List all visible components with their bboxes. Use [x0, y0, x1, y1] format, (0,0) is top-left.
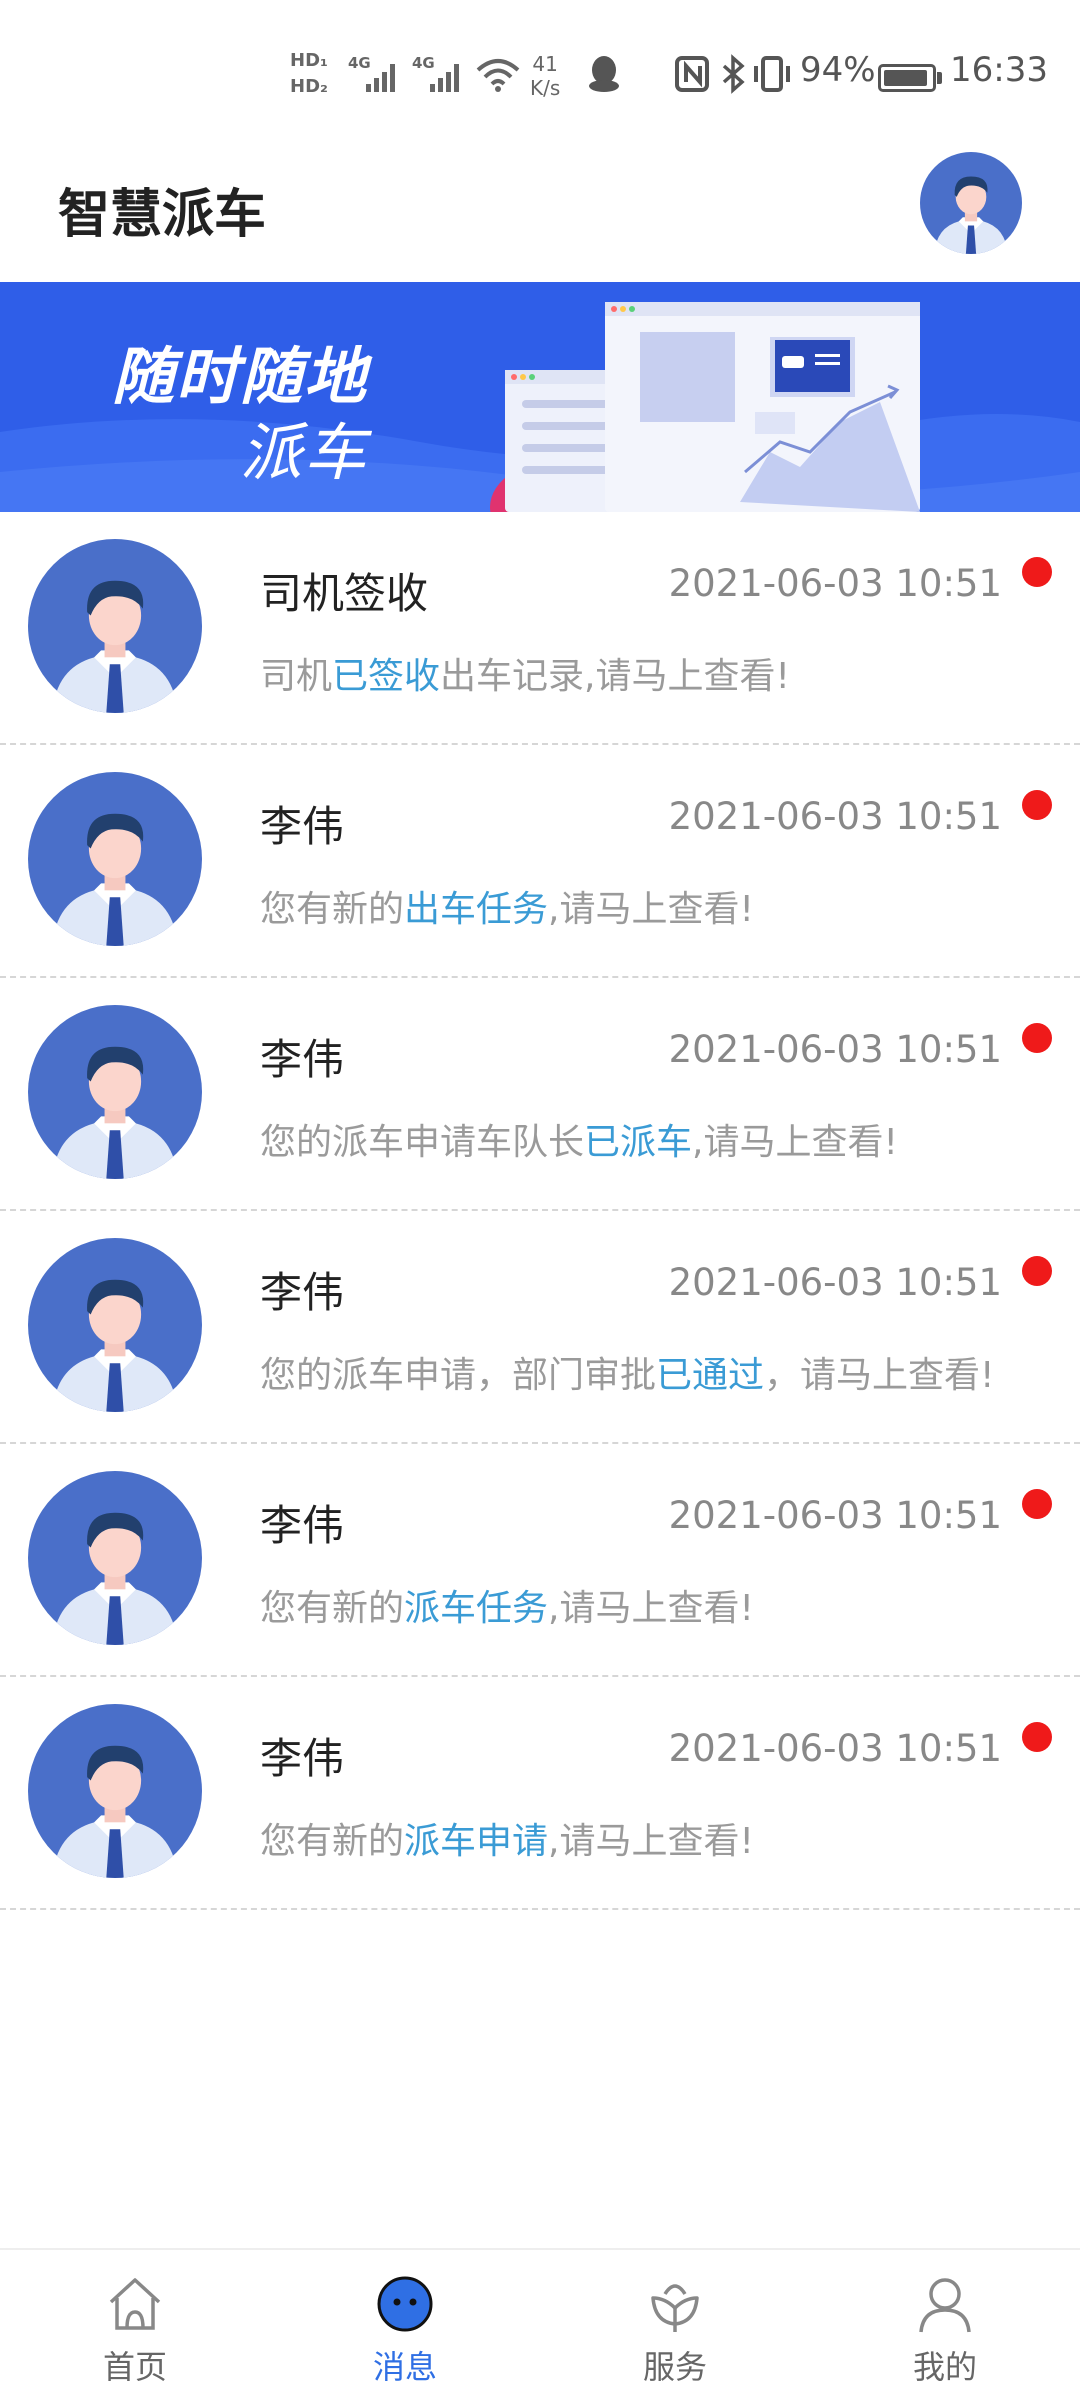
message-time: 2021-06-03 10:51	[668, 795, 1002, 838]
unread-dot	[1022, 790, 1052, 820]
banner[interactable]: 随时随地 派车	[0, 282, 1080, 512]
message-text: 您有新的出车任务,请马上查看!	[260, 880, 754, 932]
message-item[interactable]: 李伟 2021-06-03 10:51 您的派车申请车队长已派车,请马上查看!	[0, 978, 1080, 1211]
message-text-highlight: 出车任务	[404, 889, 549, 930]
status-bar: HD₁ HD₂ 4G 4G 41 K/s 94% 16:33	[0, 0, 1080, 120]
message-time: 2021-06-03 10:51	[668, 562, 1002, 605]
message-text-highlight: 已签收	[332, 656, 441, 697]
hd2-label: HD₂	[290, 76, 328, 97]
message-text-before: 司机	[260, 656, 333, 697]
avatar	[28, 1005, 202, 1179]
nav-profile-label: 我的	[912, 2348, 977, 2386]
unread-dot	[1022, 1722, 1052, 1752]
message-time: 2021-06-03 10:51	[668, 1494, 1002, 1537]
bluetooth-icon	[722, 54, 745, 94]
message-text-after: 出车记录,请马上查看!	[440, 656, 790, 697]
message-text-after: ,请马上查看!	[692, 1122, 898, 1163]
avatar	[28, 1704, 202, 1878]
message-sender: 李伟	[260, 802, 345, 851]
message-item[interactable]: 李伟 2021-06-03 10:51 您有新的派车申请,请马上查看!	[0, 1677, 1080, 1910]
message-text: 您有新的派车申请,请马上查看!	[260, 1812, 754, 1864]
battery-cap	[937, 72, 942, 84]
message-text-after: ,请马上查看!	[548, 1821, 754, 1862]
signal-icon-2: 4G	[412, 54, 459, 92]
unread-dot	[1022, 1256, 1052, 1286]
banner-subline: 派车	[240, 416, 369, 489]
message-text-highlight: 派车申请	[404, 1821, 549, 1862]
message-text-after: ,请马上查看!	[548, 1588, 754, 1629]
message-text-highlight: 已派车	[584, 1122, 693, 1163]
qq-icon	[589, 56, 619, 92]
speed-value: 41	[532, 52, 558, 76]
message-icon	[377, 2276, 433, 2332]
message-time: 2021-06-03 10:51	[668, 1028, 1002, 1071]
message-item[interactable]: 李伟 2021-06-03 10:51 您有新的出车任务,请马上查看!	[0, 745, 1080, 978]
nav-messages-label: 消息	[372, 2348, 437, 2386]
message-text: 您的派车申请，部门审批已通过，请马上查看!	[260, 1346, 994, 1398]
message-item[interactable]: 司机签收 2021-06-03 10:51 司机已签收出车记录,请马上查看!	[0, 512, 1080, 745]
battery-level	[884, 70, 927, 86]
net1-label: 4G	[348, 54, 371, 72]
message-item[interactable]: 李伟 2021-06-03 10:51 您的派车申请，部门审批已通过，请马上查看…	[0, 1211, 1080, 1444]
unread-dot	[1022, 1489, 1052, 1519]
message-text-before: 您的派车申请车队长	[260, 1122, 585, 1163]
header-avatar[interactable]	[920, 152, 1022, 254]
net2-label: 4G	[412, 54, 435, 72]
message-list: 司机签收 2021-06-03 10:51 司机已签收出车记录,请马上查看! 李…	[0, 512, 1080, 1910]
avatar	[28, 1238, 202, 1412]
message-sender: 李伟	[260, 1268, 345, 1317]
bottom-nav: 首页 消息 服务 我的	[0, 2248, 1080, 2400]
message-item[interactable]: 李伟 2021-06-03 10:51 您有新的派车任务,请马上查看!	[0, 1444, 1080, 1677]
unread-dot	[1022, 557, 1052, 587]
app-title: 智慧派车	[58, 185, 267, 245]
service-icon	[651, 2284, 699, 2332]
message-sender: 李伟	[260, 1734, 345, 1783]
clock: 16:33	[950, 50, 1048, 90]
message-text: 您有新的派车任务,请马上查看!	[260, 1579, 754, 1631]
nav-messages[interactable]: 消息	[270, 2250, 540, 2400]
avatar	[28, 1471, 202, 1645]
wifi-icon	[476, 59, 520, 92]
nav-service[interactable]: 服务	[540, 2250, 810, 2400]
battery-percent: 94%	[800, 50, 876, 90]
message-text: 您的派车申请车队长已派车,请马上查看!	[260, 1113, 898, 1165]
message-text-before: 您有新的	[260, 889, 405, 930]
nfc-icon	[675, 56, 709, 92]
avatar	[28, 772, 202, 946]
profile-icon	[919, 2278, 971, 2333]
nav-service-label: 服务	[642, 2348, 707, 2386]
message-text-after: ,请马上查看!	[548, 889, 754, 930]
message-text-after: ，请马上查看!	[764, 1355, 995, 1396]
app-header: 智慧派车	[0, 120, 1080, 280]
home-icon	[109, 2278, 161, 2330]
message-text-before: 您的派车申请，部门审批	[260, 1355, 657, 1396]
unread-dot	[1022, 1023, 1052, 1053]
message-text: 司机已签收出车记录,请马上查看!	[260, 647, 790, 699]
avatar	[28, 539, 202, 713]
message-sender: 司机签收	[260, 569, 429, 618]
message-text-before: 您有新的	[260, 1821, 405, 1862]
hd1-label: HD₁	[290, 50, 328, 71]
nav-home-label: 首页	[102, 2348, 167, 2386]
signal-icon: 4G	[348, 54, 395, 92]
speed-unit: K/s	[530, 76, 561, 100]
message-text-before: 您有新的	[260, 1588, 405, 1629]
message-sender: 李伟	[260, 1035, 345, 1084]
nav-profile[interactable]: 我的	[810, 2250, 1080, 2400]
battery-icon	[878, 64, 936, 92]
network-speed: 41 K/s	[530, 52, 560, 100]
vibrate-icon	[754, 56, 790, 92]
message-text-highlight: 派车任务	[404, 1588, 549, 1629]
message-sender: 李伟	[260, 1501, 345, 1550]
message-time: 2021-06-03 10:51	[668, 1727, 1002, 1770]
hd-indicator: HD₁ HD₂	[290, 48, 328, 100]
message-time: 2021-06-03 10:51	[668, 1261, 1002, 1304]
message-text-highlight: 已通过	[656, 1355, 765, 1396]
nav-home[interactable]: 首页	[0, 2250, 270, 2400]
